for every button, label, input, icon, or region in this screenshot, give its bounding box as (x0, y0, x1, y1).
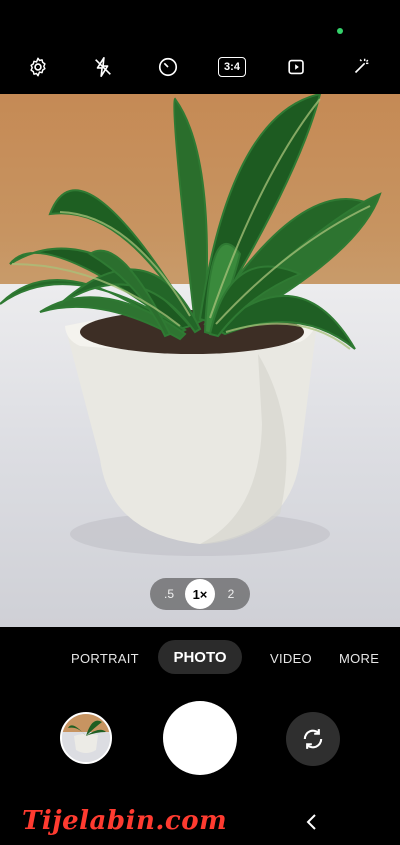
aspect-ratio-label: 3:4 (218, 57, 246, 77)
zoom-option-2x[interactable]: 2 (218, 587, 244, 601)
filter-magic-icon (354, 58, 369, 74)
zoom-option-0-5x[interactable]: .5 (156, 587, 182, 601)
chevron-left-icon (306, 814, 316, 830)
aspect-ratio-button[interactable]: 3:4 (216, 52, 248, 82)
settings-button[interactable] (23, 52, 53, 82)
camera-top-bar (0, 0, 400, 94)
zoom-option-1x-selected[interactable]: 1× (185, 579, 215, 609)
motion-photo-button[interactable] (282, 52, 312, 82)
motion-photo-icon (288, 59, 304, 75)
mode-video[interactable]: VIDEO (270, 651, 312, 666)
filters-button[interactable] (346, 52, 376, 82)
switch-camera-button[interactable] (286, 712, 340, 766)
mode-portrait[interactable]: PORTRAIT (71, 651, 139, 666)
timer-icon (158, 57, 178, 77)
privacy-indicator-dot (337, 28, 343, 34)
zoom-selector: .5 1× 2 (150, 578, 250, 610)
settings-icon (30, 57, 46, 77)
timer-button[interactable] (153, 52, 183, 82)
site-watermark: Tijelabin.com (22, 806, 228, 836)
potted-plant-image (0, 94, 382, 556)
mode-more[interactable]: MORE (339, 651, 379, 666)
thumbnail-plant-icon (62, 714, 110, 762)
camera-mode-bar: PORTRAIT PHOTO VIDEO MORE (0, 627, 400, 687)
mode-photo-selected[interactable]: PHOTO (158, 640, 242, 674)
shutter-button[interactable] (163, 701, 237, 775)
switch-camera-icon (303, 729, 323, 749)
gallery-thumbnail[interactable] (60, 712, 112, 764)
flash-button[interactable] (88, 52, 118, 82)
flash-off-icon (95, 57, 111, 77)
nav-back-button[interactable] (300, 810, 324, 834)
camera-viewfinder[interactable] (0, 94, 400, 627)
